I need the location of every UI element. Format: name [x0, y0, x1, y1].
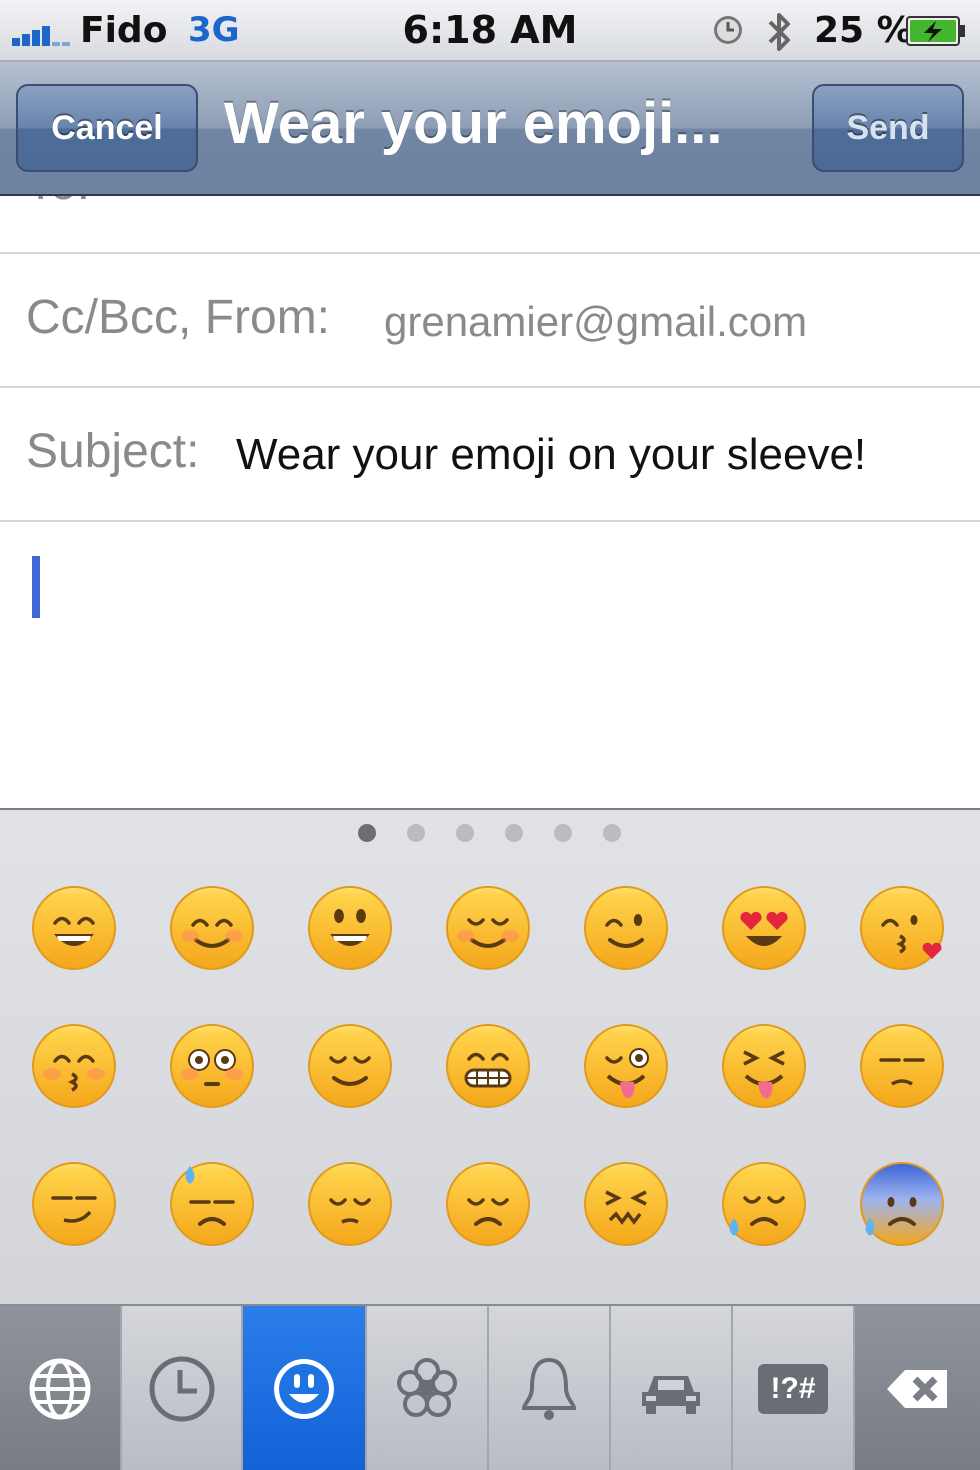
- stuck-out-tongue-closed-eyes-emoji[interactable]: [720, 1022, 808, 1110]
- flushed-face-emoji[interactable]: [168, 1022, 256, 1110]
- bell-icon: [521, 1357, 577, 1420]
- symbols-label: !?#: [770, 1372, 816, 1405]
- tab-recent[interactable]: [122, 1306, 243, 1470]
- tab-nature[interactable]: [367, 1306, 489, 1470]
- sweat-drop-face-emoji[interactable]: [168, 1160, 256, 1248]
- unamused-face-emoji[interactable]: [858, 1022, 946, 1110]
- page-indicator[interactable]: [0, 824, 980, 844]
- emoji-category-bar: !?#: [0, 1304, 980, 1470]
- smirking-face-emoji[interactable]: [30, 1160, 118, 1248]
- disappointed-relieved-emoji[interactable]: [720, 1160, 808, 1248]
- globe-icon: [29, 1358, 91, 1420]
- smiley-icon: [274, 1359, 334, 1419]
- recent-clock-icon: [149, 1356, 214, 1422]
- smiling-face-smiling-eyes-emoji[interactable]: [168, 884, 256, 972]
- tab-symbols[interactable]: !?#: [733, 1306, 855, 1470]
- tab-smileys[interactable]: [243, 1306, 367, 1470]
- delete-key[interactable]: [855, 1306, 980, 1470]
- globe-key[interactable]: [0, 1306, 122, 1470]
- from-address: grenamier@gmail.com: [384, 298, 808, 345]
- stuck-out-tongue-winking-emoji[interactable]: [582, 1022, 670, 1110]
- delete-key-icon: [886, 1370, 947, 1408]
- status-bar: Fido 3G 6:18 AM 25 %: [0, 0, 980, 62]
- subject-value[interactable]: Wear your emoji on your sleeve!: [236, 430, 866, 480]
- disappointed-face-emoji[interactable]: [444, 1160, 532, 1248]
- confounded-face-emoji[interactable]: [582, 1160, 670, 1248]
- navigation-bar: Cancel Wear your emoji... Send: [0, 62, 980, 196]
- flower-icon: [397, 1358, 457, 1417]
- car-icon: [642, 1376, 700, 1414]
- to-field[interactable]: To:: [0, 196, 980, 254]
- text-cursor: [32, 556, 40, 618]
- relaxed-blushing-emoji[interactable]: [444, 884, 532, 972]
- battery-percent: 25 %: [814, 10, 913, 51]
- face-blowing-kiss-emoji[interactable]: [858, 884, 946, 972]
- nav-title: Wear your emoji...: [224, 91, 723, 156]
- cold-sweat-face-emoji[interactable]: [858, 1160, 946, 1248]
- page-dot: [456, 824, 474, 842]
- tab-places[interactable]: [611, 1306, 733, 1470]
- smiley-emoji[interactable]: [306, 884, 394, 972]
- symbols-key-icon: !?#: [758, 1364, 828, 1414]
- cc-bcc-from-label: Cc/Bcc, From:: [26, 291, 331, 344]
- battery-charging-icon: [906, 16, 965, 46]
- subject-field[interactable]: Subject: Wear your emoji on your sleeve!: [0, 388, 980, 522]
- subject-label: Subject:: [26, 425, 200, 478]
- grinning-face-emoji[interactable]: [30, 884, 118, 972]
- grimacing-face-emoji[interactable]: [444, 1022, 532, 1110]
- kissing-closed-eyes-emoji[interactable]: [30, 1022, 118, 1110]
- relieved-face-emoji[interactable]: [306, 1022, 394, 1110]
- pensive-face-emoji[interactable]: [306, 1160, 394, 1248]
- cc-bcc-from-field[interactable]: Cc/Bcc, From: grenamier@gmail.com: [0, 254, 980, 388]
- send-button[interactable]: Send: [812, 84, 964, 172]
- alarm-clock-icon: [714, 16, 742, 44]
- bluetooth-icon: [768, 13, 790, 51]
- page-dot: [554, 824, 572, 842]
- page-dot: [407, 824, 425, 842]
- tab-objects[interactable]: [489, 1306, 611, 1470]
- page-dot: [603, 824, 621, 842]
- page-dot: [505, 824, 523, 842]
- message-body[interactable]: [0, 522, 980, 808]
- heart-eyes-emoji[interactable]: [720, 884, 808, 972]
- cancel-button[interactable]: Cancel: [16, 84, 198, 172]
- to-label: To:: [26, 196, 90, 211]
- winking-face-emoji[interactable]: [582, 884, 670, 972]
- page-dot: [358, 824, 376, 842]
